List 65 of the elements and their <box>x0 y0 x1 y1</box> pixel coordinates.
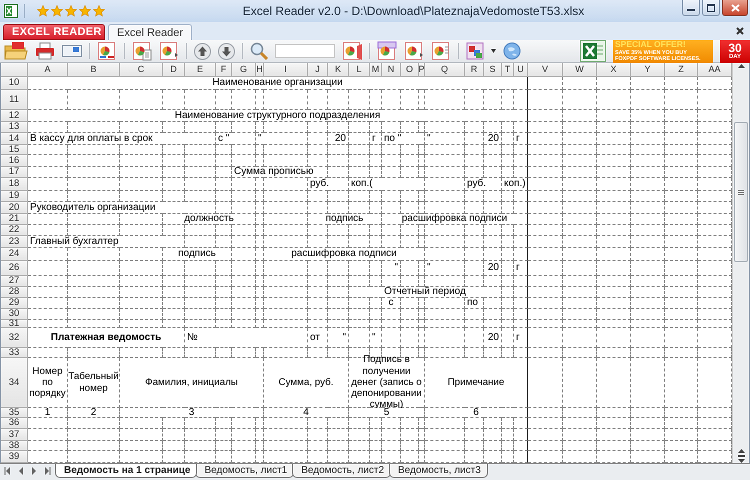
column-header[interactable]: F <box>216 63 232 77</box>
column-header[interactable]: D <box>163 63 185 77</box>
row-header[interactable]: 33 <box>1 348 28 358</box>
sheet-tab[interactable]: Ведомость, лист1 <box>195 464 294 478</box>
sheet-cell: коп.) <box>502 178 527 190</box>
column-header[interactable]: N <box>382 63 401 77</box>
row-header[interactable]: 29 <box>1 298 28 309</box>
row-header[interactable]: 14 <box>1 133 28 145</box>
row-header[interactable]: 26 <box>1 261 28 276</box>
column-header[interactable]: G <box>232 63 256 77</box>
row-header[interactable]: 11 <box>1 90 28 110</box>
column-header[interactable]: B <box>68 63 120 77</box>
row-header[interactable]: 20 <box>1 202 28 214</box>
row-header[interactable]: 31 <box>1 320 28 328</box>
row-header[interactable]: 23 <box>1 236 28 248</box>
row-header[interactable]: 36 <box>1 418 28 429</box>
row-header[interactable]: 37 <box>1 429 28 441</box>
ribbon-tab[interactable]: Excel Reader <box>108 24 192 40</box>
app-menu-button[interactable]: EXCEL READER <box>3 24 105 40</box>
row-header[interactable]: 15 <box>1 145 28 155</box>
row-header[interactable]: 38 <box>1 441 28 451</box>
column-header[interactable]: Y <box>631 63 665 77</box>
row-header[interactable]: 16 <box>1 155 28 167</box>
column-header[interactable]: C <box>120 63 163 77</box>
row-header[interactable]: 32 <box>1 328 28 348</box>
row-header[interactable]: 28 <box>1 287 28 298</box>
column-header[interactable]: S <box>484 63 502 77</box>
window-title: Excel Reader v2.0 - D:\Download\PlateznajaVedomosteT53.xlsx <box>242 4 586 18</box>
row-header[interactable]: 12 <box>1 110 28 122</box>
row-header[interactable]: 19 <box>1 191 28 202</box>
row-header[interactable]: 17 <box>1 167 28 178</box>
column-header[interactable]: Z <box>665 63 698 77</box>
column-header[interactable]: AA <box>698 63 732 77</box>
row-header[interactable]: 18 <box>1 178 28 191</box>
promo-headline: SPECIAL OFFER! <box>615 40 687 50</box>
column-header[interactable]: A <box>28 63 68 77</box>
sheet-tab[interactable]: Ведомость, лист2 <box>292 464 392 478</box>
sheet-tab[interactable]: Ведомость, лист3 <box>389 464 488 478</box>
row-header[interactable]: 30 <box>1 309 28 320</box>
row-header[interactable]: 34 <box>1 358 28 408</box>
column-header[interactable]: W <box>563 63 597 77</box>
row-header[interactable]: 10 <box>1 77 28 90</box>
column-header[interactable]: L <box>349 63 370 77</box>
row-header[interactable]: 22 <box>1 225 28 236</box>
column-header[interactable]: E <box>185 63 216 77</box>
column-header[interactable]: I <box>264 63 308 77</box>
column-header[interactable]: J <box>308 63 328 77</box>
column-header[interactable]: R <box>465 63 484 77</box>
row-header[interactable]: 27 <box>1 276 28 287</box>
column-header[interactable]: Q <box>425 63 465 77</box>
row-header[interactable]: 21 <box>1 214 28 225</box>
sheet-tab[interactable]: Ведомость на 1 странице <box>55 464 198 478</box>
column-header[interactable]: M <box>370 63 382 77</box>
column-header[interactable]: U <box>514 63 528 77</box>
row-header[interactable]: 24 <box>1 248 28 261</box>
column-header[interactable]: O <box>401 63 419 77</box>
row-header[interactable]: 39 <box>1 451 28 463</box>
row-header[interactable]: 35 <box>1 408 28 418</box>
column-header[interactable]: P <box>419 63 425 77</box>
column-header[interactable]: T <box>502 63 514 77</box>
column-header[interactable]: H <box>256 63 264 77</box>
row-header[interactable]: 13 <box>1 122 28 133</box>
column-header[interactable]: V <box>528 63 563 77</box>
column-header[interactable]: X <box>597 63 631 77</box>
column-header[interactable]: K <box>328 63 349 77</box>
